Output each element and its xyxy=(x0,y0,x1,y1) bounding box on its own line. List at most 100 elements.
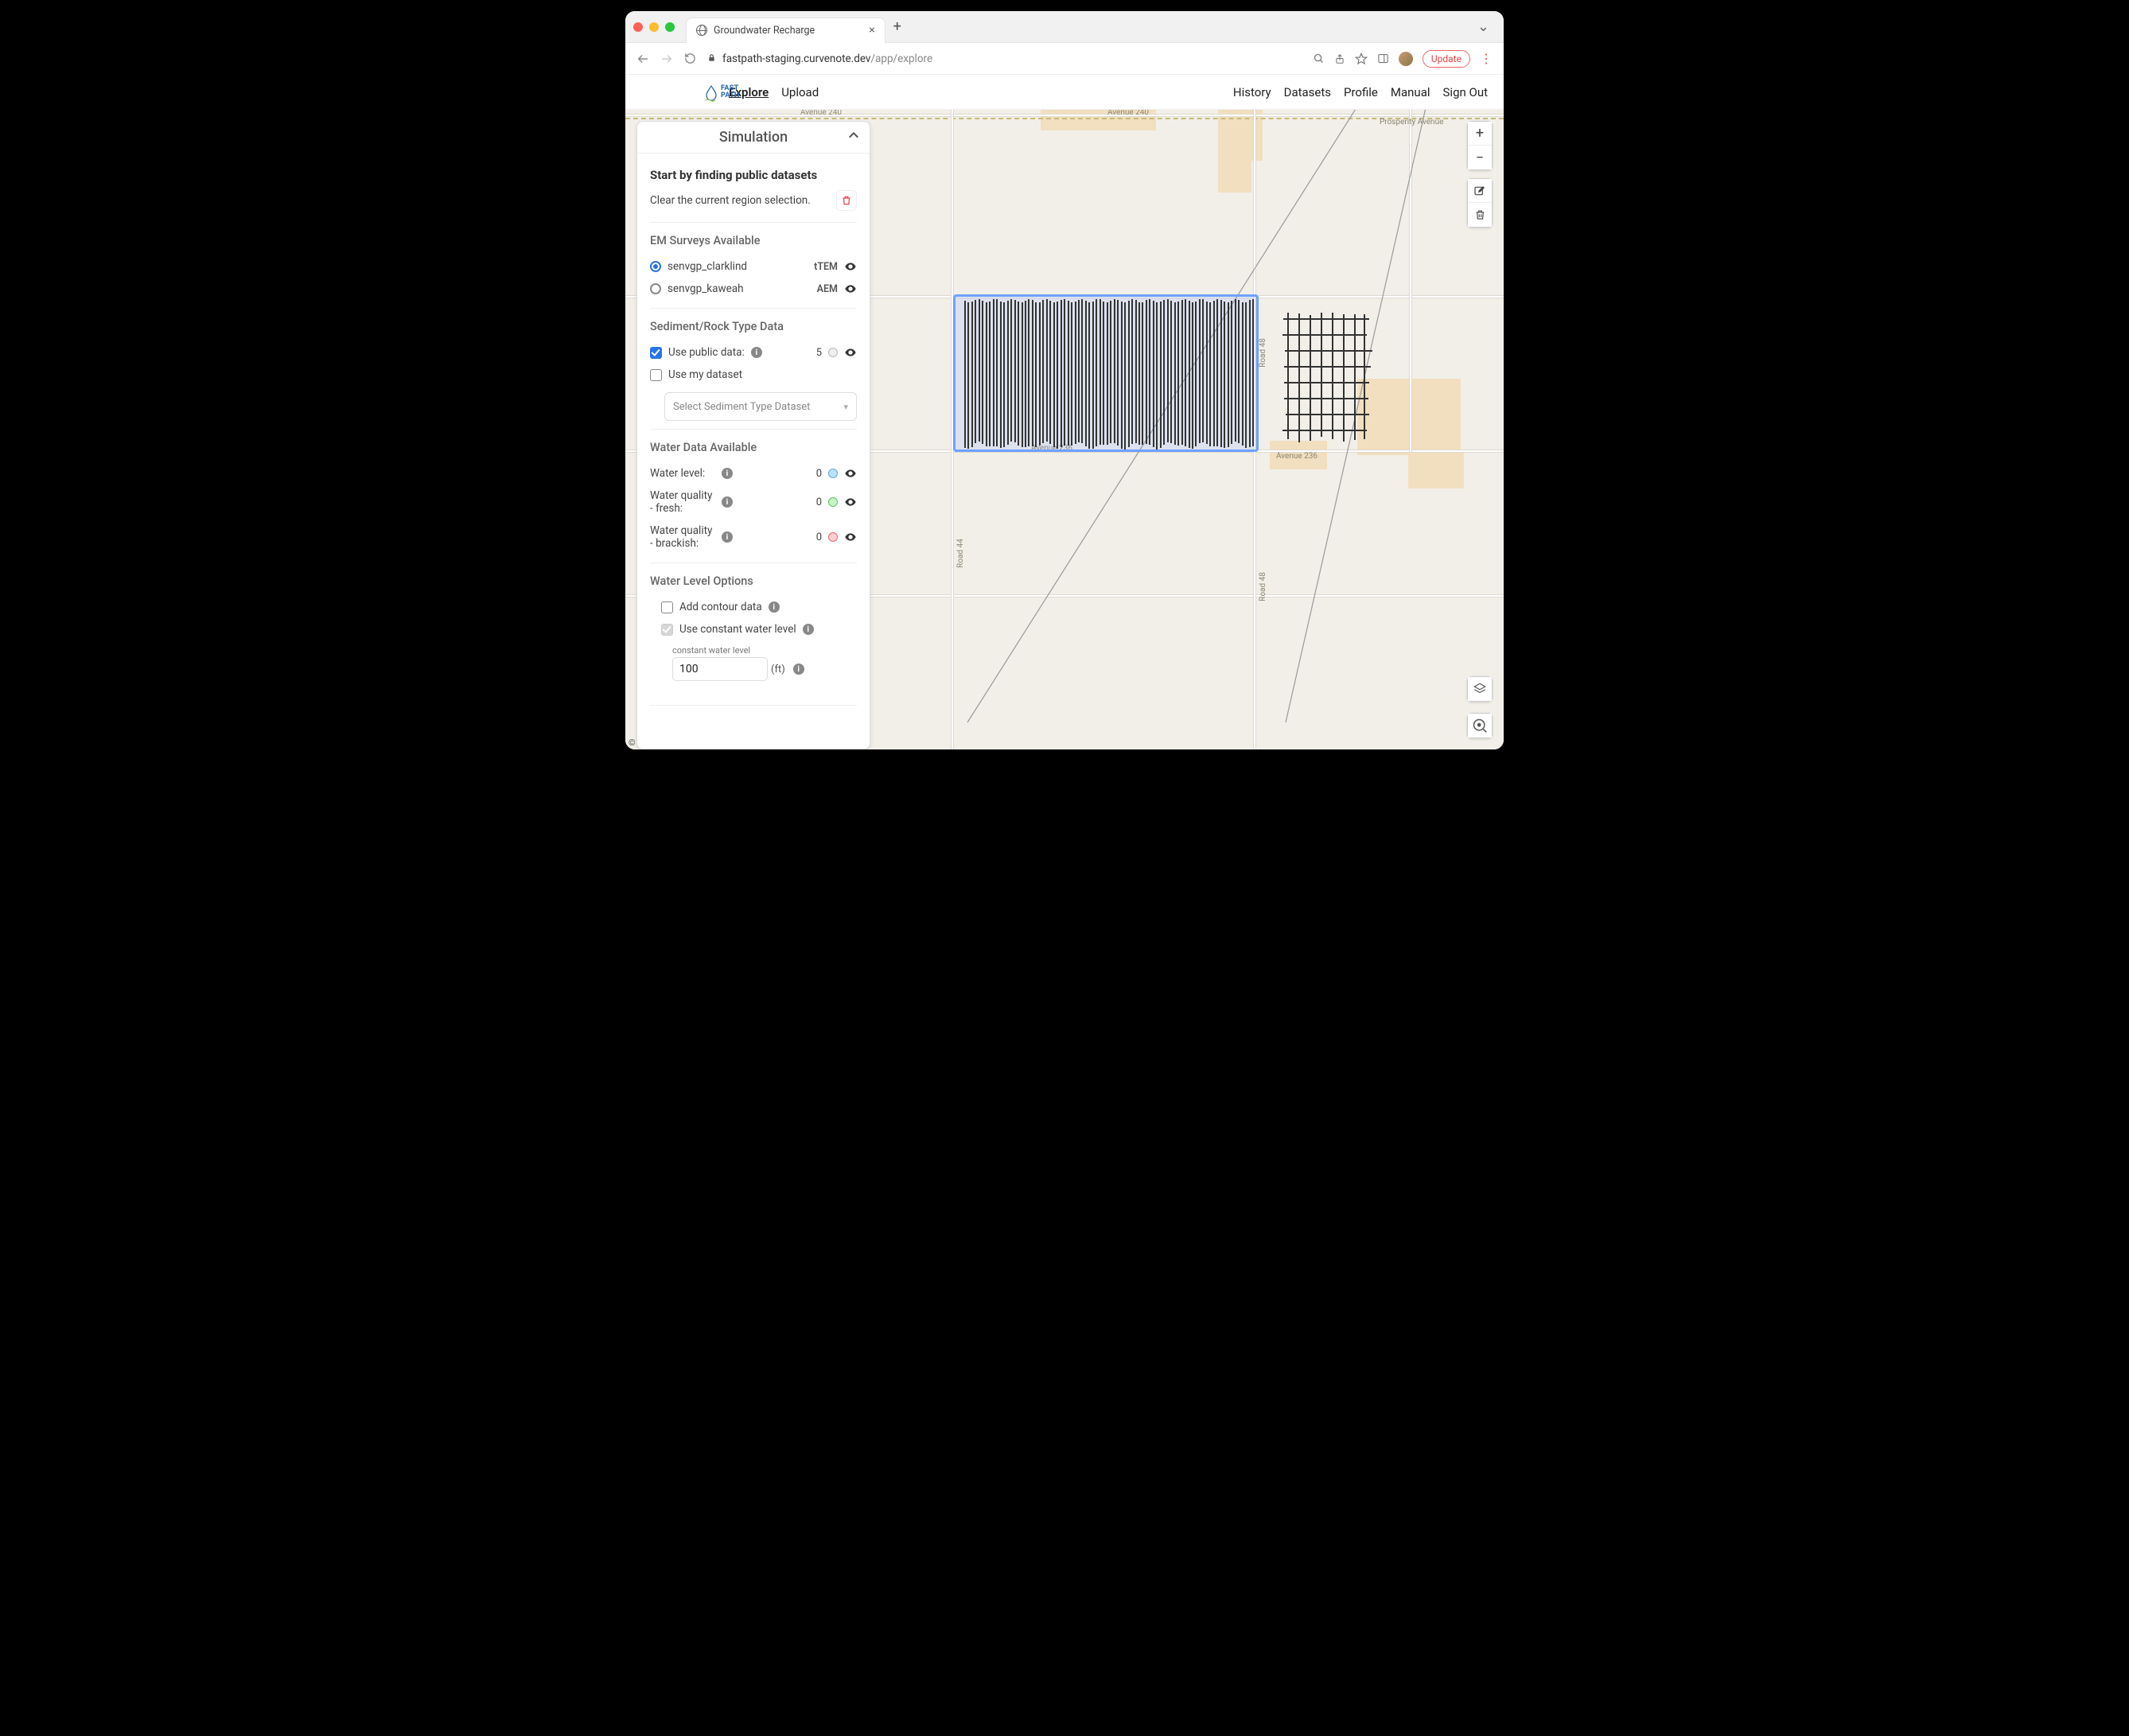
info-icon[interactable]: i xyxy=(722,468,733,479)
water-count: 0 xyxy=(811,468,822,480)
water-count: 0 xyxy=(811,531,822,543)
traffic-lights xyxy=(633,22,675,32)
map-parcel xyxy=(1408,452,1464,488)
map-parcel xyxy=(1218,161,1251,193)
droplet-icon xyxy=(705,85,716,99)
em-type: AEM xyxy=(811,283,838,295)
edit-region-button[interactable] xyxy=(1468,179,1492,203)
contour-label: Add contour data xyxy=(679,601,762,613)
bookmark-star-icon[interactable] xyxy=(1355,53,1368,65)
delete-region-button[interactable] xyxy=(1468,203,1492,227)
wlevel-section-title: Water Level Options xyxy=(650,574,857,588)
nav-history[interactable]: History xyxy=(1233,85,1271,99)
select-placeholder: Select Sediment Type Dataset xyxy=(673,401,810,413)
brand-text-bottom: PATH xyxy=(721,92,740,99)
url-field[interactable]: fastpath-staging.curvenote.dev/app/explo… xyxy=(707,53,1302,65)
constant-water-level-input[interactable] xyxy=(672,657,768,681)
layers-button[interactable] xyxy=(1468,677,1492,701)
em-section-title: EM Surveys Available xyxy=(650,234,857,247)
em-name: senvgp_kaweah xyxy=(668,282,804,295)
lock-icon xyxy=(707,53,716,65)
tab-close-icon[interactable]: × xyxy=(869,24,874,37)
nav-signout[interactable]: Sign Out xyxy=(1443,85,1488,99)
map-dashed-boundary xyxy=(625,118,1504,119)
start-heading: Start by finding public datasets xyxy=(650,168,857,182)
browser-tab[interactable]: Groundwater Recharge × xyxy=(686,18,885,43)
survey-lines-aem xyxy=(1284,313,1370,441)
water-section-title: Water Data Available xyxy=(650,441,857,454)
sidebar-body[interactable]: Start by finding public datasets Clear t… xyxy=(637,154,870,749)
chevron-down-icon: ▾ xyxy=(843,402,848,412)
search-icon[interactable] xyxy=(1313,53,1325,64)
use-public-checkbox[interactable] xyxy=(650,347,662,359)
visibility-toggle-icon[interactable] xyxy=(844,260,857,273)
em-survey-row: senvgp_clarklind tTEM xyxy=(650,255,857,278)
water-row: Water quality - fresh: i 0 xyxy=(650,485,857,520)
info-icon[interactable]: i xyxy=(793,664,804,675)
sediment-dataset-select[interactable]: Select Sediment Type Dataset ▾ xyxy=(664,392,857,421)
browser-window: Groundwater Recharge × + ⌄ fastpath-stag… xyxy=(625,11,1504,749)
visibility-toggle-icon[interactable] xyxy=(844,282,857,295)
brand-logo[interactable]: FAST PATH xyxy=(705,85,740,99)
share-icon[interactable] xyxy=(1334,53,1345,65)
sidebar-title: Simulation xyxy=(719,129,788,146)
browser-menu-icon[interactable]: ⋮ xyxy=(1480,51,1493,66)
locate-control xyxy=(1467,713,1493,738)
info-icon[interactable]: i xyxy=(769,601,780,613)
new-tab-button[interactable]: + xyxy=(893,18,901,35)
update-button[interactable]: Update xyxy=(1423,50,1470,68)
visibility-toggle-icon[interactable] xyxy=(844,496,857,508)
url-host: fastpath-staging.curvenote.dev xyxy=(722,53,870,65)
water-label: Water quality - brackish: xyxy=(650,524,715,550)
zoom-in-button[interactable]: + xyxy=(1468,122,1492,146)
unit-label: (ft) xyxy=(771,664,785,675)
constant-row: Use constant water level i xyxy=(661,618,857,640)
nav-back-button[interactable] xyxy=(636,53,649,65)
road-label-road44: Road 44 xyxy=(956,537,965,570)
panel-icon[interactable] xyxy=(1377,53,1389,64)
constant-checkbox[interactable] xyxy=(661,624,673,636)
em-radio-clarklind[interactable] xyxy=(650,261,661,272)
nav-profile[interactable]: Profile xyxy=(1344,85,1378,99)
visibility-toggle-icon[interactable] xyxy=(844,346,857,359)
sidebar-panel: Simulation Start by finding public datas… xyxy=(636,121,870,749)
zoom-out-button[interactable]: − xyxy=(1468,146,1492,169)
clear-selection-button[interactable] xyxy=(836,190,857,211)
road-label-ave236: Avenue 236 xyxy=(1275,452,1319,461)
info-icon[interactable]: i xyxy=(722,496,733,508)
reload-button[interactable] xyxy=(684,53,696,64)
water-row: Water quality - brackish: i 0 xyxy=(650,520,857,555)
nav-upload[interactable]: Upload xyxy=(781,85,819,99)
main: Avenue 240 Avenue 240 Prosperity Avenue … xyxy=(625,110,1504,749)
info-icon[interactable]: i xyxy=(803,624,814,635)
tab-title: Groundwater Recharge xyxy=(714,25,815,37)
locate-button[interactable] xyxy=(1468,714,1492,738)
survey-lines-ttem xyxy=(964,301,1252,447)
tabs-overflow-icon[interactable]: ⌄ xyxy=(1477,18,1496,35)
public-count: 5 xyxy=(811,347,822,359)
minimize-window-button[interactable] xyxy=(649,22,659,32)
contour-checkbox[interactable] xyxy=(661,601,673,613)
collapse-sidebar-icon[interactable] xyxy=(847,129,860,146)
em-radio-kaweah[interactable] xyxy=(650,283,661,294)
fullscreen-window-button[interactable] xyxy=(665,22,675,32)
visibility-toggle-icon[interactable] xyxy=(844,531,857,543)
map-parcel xyxy=(1357,379,1461,455)
road-label-road48: Road 48 xyxy=(1259,570,1267,603)
use-my-checkbox[interactable] xyxy=(650,369,662,381)
map-road xyxy=(1410,110,1411,452)
constant-input-label: constant water level xyxy=(672,645,750,656)
edit-control xyxy=(1467,178,1493,228)
info-icon[interactable]: i xyxy=(722,531,733,543)
nav-datasets[interactable]: Datasets xyxy=(1284,85,1331,99)
map-road xyxy=(625,115,1504,116)
road-label-ave240: Avenue 240 xyxy=(799,110,843,117)
nav-manual[interactable]: Manual xyxy=(1391,85,1430,99)
status-dot-icon xyxy=(828,532,838,542)
visibility-toggle-icon[interactable] xyxy=(844,467,857,480)
profile-avatar-icon[interactable] xyxy=(1399,52,1413,66)
close-window-button[interactable] xyxy=(633,22,643,32)
em-survey-row: senvgp_kaweah AEM xyxy=(650,278,857,300)
info-icon[interactable]: i xyxy=(751,347,762,358)
em-type: tTEM xyxy=(811,261,838,273)
